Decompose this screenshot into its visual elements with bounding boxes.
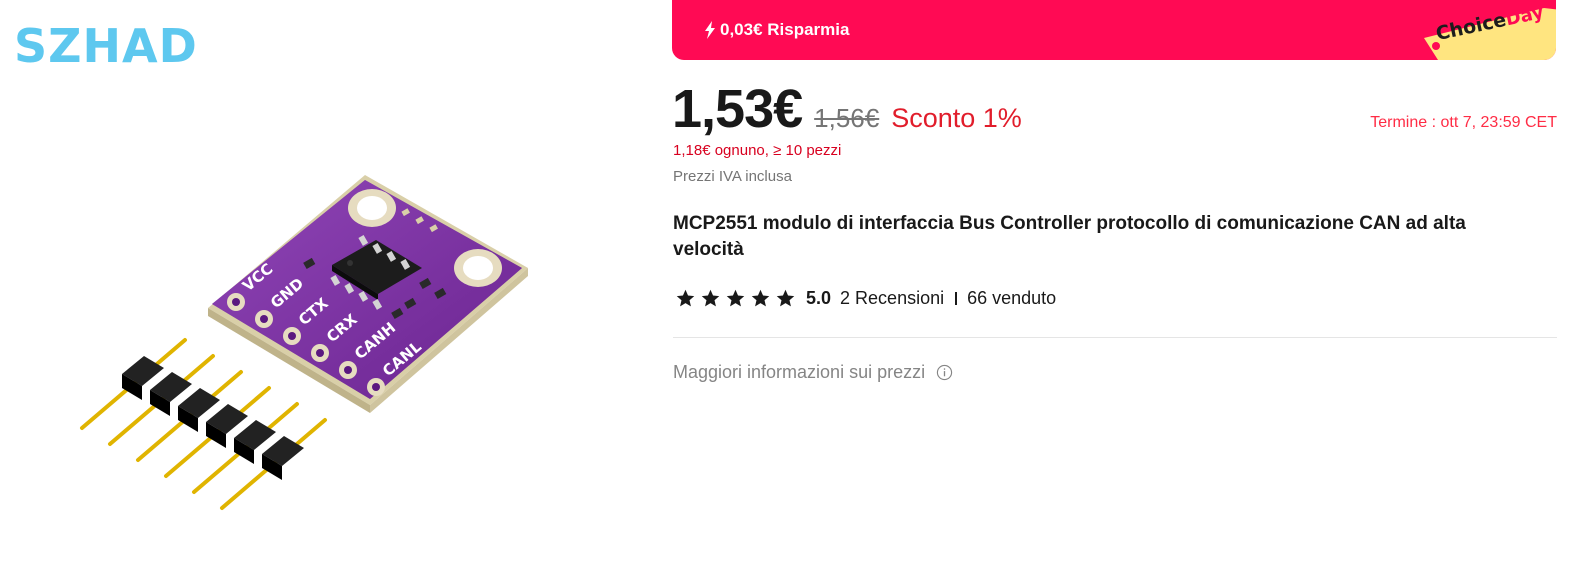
separator <box>955 292 958 305</box>
lightning-icon <box>705 21 715 39</box>
star-icon <box>726 289 745 307</box>
savings-text: 0,03€ Risparmia <box>720 20 850 39</box>
pricing-info-link[interactable]: Maggiori informazioni sui prezzi <box>673 362 953 383</box>
current-price: 1,53€ <box>672 79 803 139</box>
promo-banner: 0,03€ Risparmia ChoiceDay <box>672 0 1556 60</box>
product-title: MCP2551 modulo di interfaccia Bus Contro… <box>673 213 1466 260</box>
pricing-info-label: Maggiori informazioni sui prezzi <box>673 362 926 382</box>
store-brand-logo: SZHAD <box>14 19 198 73</box>
star-icon <box>776 289 795 307</box>
star-icon <box>751 289 770 307</box>
sold-count: 66 venduto <box>967 288 1057 308</box>
offer-deadline: Termine : ott 7, 23:59 CET <box>1370 114 1557 131</box>
rating-score: 5.0 <box>806 288 832 308</box>
original-price: 1,56€ <box>814 103 880 133</box>
bulk-price: 1,18€ ognuno, ≥ 10 pezzi <box>673 142 842 159</box>
price-row: 1,53€ 1,56€ Sconto 1% <box>672 78 1022 140</box>
divider <box>673 337 1557 338</box>
star-icon <box>676 289 695 307</box>
product-image: VCC GND CTX CRX CANH CANL <box>80 175 528 510</box>
reviews-link[interactable]: 2 Recensioni <box>840 288 944 309</box>
star-rating <box>675 288 796 309</box>
vat-note: Prezzi IVA inclusa <box>673 168 792 185</box>
rating-row: 5.0 2 Recensioni 66 venduto <box>675 288 1056 309</box>
info-circle-icon[interactable] <box>936 364 953 381</box>
savings-badge: 0,03€ Risparmia <box>704 0 849 60</box>
star-icon <box>701 289 720 307</box>
discount-label: Sconto 1% <box>891 103 1022 133</box>
